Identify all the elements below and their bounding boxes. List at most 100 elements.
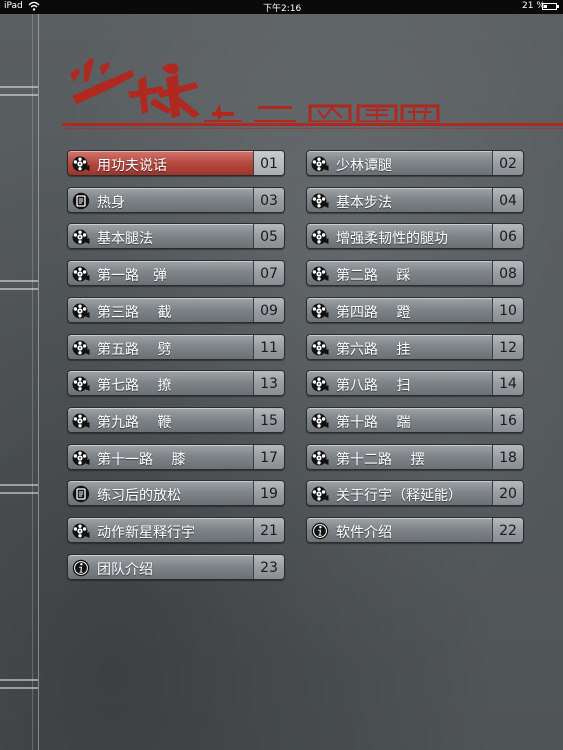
menu-item-label: 第一路 弹 <box>97 268 167 285</box>
menu-item-15[interactable]: 第九路 鞭 15 <box>67 406 285 433</box>
menu-item-number: 07 <box>260 266 278 283</box>
menu-item-number: 09 <box>260 302 278 319</box>
menu-item-number: 18 <box>499 449 517 466</box>
menu-item-03[interactable]: 热身 03 <box>67 186 285 213</box>
binding-stitch <box>0 86 38 88</box>
binding-stitch <box>0 492 38 494</box>
film-reel-icon <box>311 375 329 393</box>
app-logo <box>70 58 440 122</box>
menu-item-13[interactable]: 第七路 撩 13 <box>67 370 285 397</box>
menu-item-number: 13 <box>260 376 278 393</box>
menu-item-08[interactable]: 第二路 踩 08 <box>306 260 524 287</box>
menu-item-label: 团队介绍 <box>97 561 153 578</box>
film-reel-icon <box>72 449 90 467</box>
menu-item-06[interactable]: 增强柔韧性的腿功 06 <box>306 223 524 250</box>
menu-item-05[interactable]: 基本腿法 05 <box>67 223 285 250</box>
menu-item-number: 19 <box>260 486 278 503</box>
binding-stitch <box>0 484 38 486</box>
document-icon <box>72 485 90 503</box>
menu-item-11[interactable]: 第五路 劈 11 <box>67 333 285 360</box>
menu-item-18[interactable]: 第十二路 摆 18 <box>306 443 524 470</box>
film-reel-icon <box>311 155 329 173</box>
menu-item-number: 06 <box>499 229 517 246</box>
menu-item-14[interactable]: 第八路 扫 14 <box>306 370 524 397</box>
menu-item-number: 21 <box>260 523 278 539</box>
menu-item-label: 第四路 蹬 <box>336 304 411 321</box>
menu-item-label: 软件介绍 <box>336 525 392 541</box>
menu-item-number: 01 <box>260 156 278 172</box>
menu-item-label: 热身 <box>97 194 125 211</box>
menu-item-22[interactable]: 软件介绍 22 <box>306 517 524 543</box>
menu-item-label: 第十路 踹 <box>336 414 411 431</box>
menu-item-19[interactable]: 练习后的放松 19 <box>67 480 285 507</box>
menu-item-label: 第七路 撩 <box>97 378 172 395</box>
menu-item-20[interactable]: 关于行宇（释延能） 20 <box>306 480 524 507</box>
menu-item-21[interactable]: 动作新星释行宇 21 <box>67 517 285 543</box>
menu-item-04[interactable]: 基本步法 04 <box>306 186 524 213</box>
status-bar: iPad 下午2:16 21 % <box>0 0 563 14</box>
film-reel-icon <box>72 522 90 540</box>
menu-item-number: 23 <box>260 559 278 576</box>
device-name: iPad <box>4 1 23 11</box>
menu-item-number: 15 <box>260 412 278 429</box>
film-reel-icon <box>72 265 90 283</box>
menu-item-number: 04 <box>499 192 517 209</box>
binding-stitch <box>0 288 38 290</box>
menu-item-number: 05 <box>260 229 278 246</box>
clock: 下午2:16 <box>263 4 302 14</box>
menu-item-number: 16 <box>499 412 517 429</box>
menu-item-02[interactable]: 少林谭腿 02 <box>306 150 524 176</box>
menu-item-23[interactable]: 团队介绍 23 <box>67 553 285 580</box>
menu-item-01[interactable]: 用功夫说话 01 <box>67 150 285 176</box>
menu-item-10[interactable]: 第四路 蹬 10 <box>306 296 524 323</box>
menu-item-16[interactable]: 第十路 踹 16 <box>306 406 524 433</box>
menu-item-label: 第六路 挂 <box>336 341 411 358</box>
film-reel-icon <box>311 485 329 503</box>
menu-item-09[interactable]: 第三路 截 09 <box>67 296 285 323</box>
menu-item-label: 第二路 踩 <box>336 268 411 285</box>
film-reel-icon <box>311 228 329 246</box>
menu-item-label: 第五路 劈 <box>97 341 172 358</box>
film-reel-icon <box>72 228 90 246</box>
menu-item-number: 17 <box>260 449 278 466</box>
film-reel-icon <box>311 265 329 283</box>
menu-item-17[interactable]: 第十一路 膝 17 <box>67 443 285 470</box>
film-reel-icon <box>72 412 90 430</box>
binding-stitch <box>0 687 38 689</box>
info-icon <box>72 559 90 577</box>
menu-item-label: 关于行宇（释延能） <box>336 488 462 505</box>
menu-item-label: 用功夫说话 <box>97 158 167 174</box>
menu-item-number: 12 <box>499 339 517 356</box>
menu-item-label: 动作新星释行宇 <box>97 525 195 541</box>
main-page: 用功夫说话 01 少林谭腿 02 热身 03 基本步法 04 基本腿法 05 增强柔韧性的腿功 06 第… <box>0 14 563 750</box>
header-divider <box>62 123 563 126</box>
menu-item-number: 20 <box>499 486 517 503</box>
menu-item-number: 10 <box>499 302 517 319</box>
document-icon <box>72 192 90 210</box>
menu-item-label: 第九路 鞭 <box>97 414 172 431</box>
menu-item-number: 22 <box>499 523 517 539</box>
film-reel-icon <box>311 339 329 357</box>
info-icon <box>311 522 329 540</box>
menu-item-label: 基本腿法 <box>97 231 153 248</box>
film-reel-icon <box>72 375 90 393</box>
binding-stitch <box>0 94 38 96</box>
film-reel-icon <box>72 339 90 357</box>
binding-line <box>38 14 39 750</box>
menu-item-07[interactable]: 第一路 弹 07 <box>67 260 285 287</box>
menu-item-number: 03 <box>260 192 278 209</box>
menu-item-label: 基本步法 <box>336 194 392 211</box>
wifi-icon <box>28 1 40 14</box>
menu-item-12[interactable]: 第六路 挂 12 <box>306 333 524 360</box>
film-reel-icon <box>311 302 329 320</box>
menu-item-label: 第十一路 膝 <box>97 451 186 468</box>
menu-item-number: 02 <box>499 156 517 172</box>
binding-line <box>32 14 33 750</box>
film-reel-icon <box>72 302 90 320</box>
binding-stitch <box>0 679 38 681</box>
menu-item-number: 14 <box>499 376 517 393</box>
film-reel-icon <box>311 192 329 210</box>
menu-item-number: 11 <box>260 339 278 356</box>
menu-item-label: 第十二路 摆 <box>336 451 425 468</box>
menu-item-label: 增强柔韧性的腿功 <box>336 231 448 248</box>
